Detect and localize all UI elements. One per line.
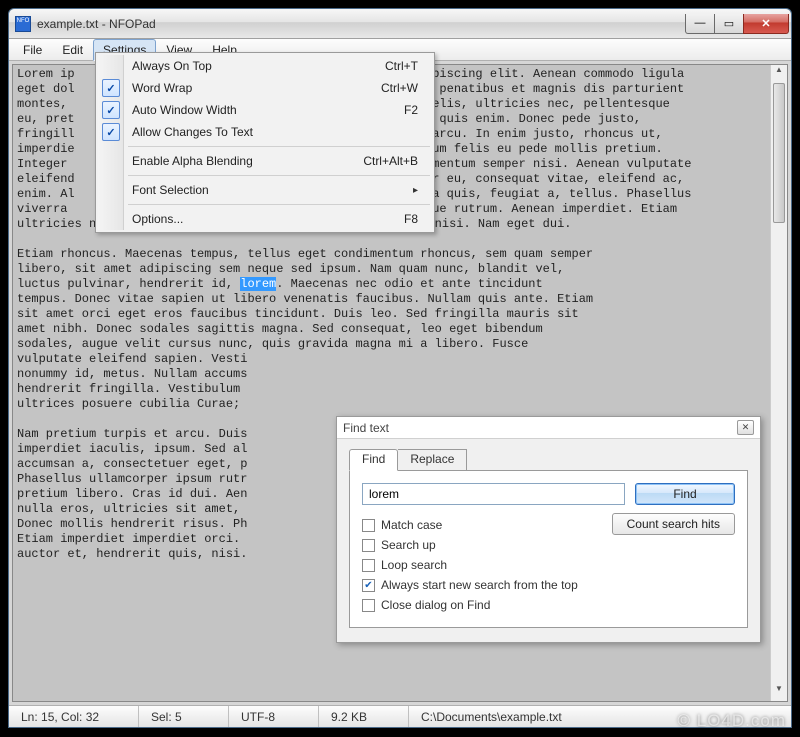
tab-find[interactable]: Find <box>349 449 398 471</box>
scroll-thumb[interactable] <box>773 83 785 223</box>
find-tabstrip: Find Replace <box>349 449 748 471</box>
find-dialog-titlebar[interactable]: Find text ✕ <box>337 417 760 439</box>
menu-label: Auto Window Width <box>132 103 237 117</box>
status-filesize: 9.2 KB <box>319 706 409 727</box>
menu-shortcut: F8 <box>404 212 418 226</box>
menu-file[interactable]: File <box>13 39 52 60</box>
menu-auto-window-width[interactable]: ✓ Auto Window Width F2 <box>98 99 432 121</box>
checkbox-icon[interactable] <box>362 599 375 612</box>
menu-font-selection[interactable]: Font Selection ▸ <box>98 179 432 201</box>
find-close-button[interactable]: ✕ <box>737 420 754 435</box>
close-button[interactable]: ✕ <box>743 14 789 34</box>
menu-label: Font Selection <box>132 183 209 197</box>
window-controls: — ▭ ✕ <box>686 14 789 34</box>
checkbox-icon[interactable] <box>362 519 375 532</box>
selected-text: lorem <box>240 277 276 291</box>
titlebar[interactable]: NFO example.txt - NFOPad — ▭ ✕ <box>9 9 791 39</box>
opt-label: Search up <box>381 538 436 552</box>
check-icon: ✓ <box>102 123 120 141</box>
tab-replace[interactable]: Replace <box>398 449 467 471</box>
menu-always-on-top[interactable]: Always On Top Ctrl+T <box>98 55 432 77</box>
menu-allow-changes[interactable]: ✓ Allow Changes To Text <box>98 121 432 143</box>
scroll-up-arrow[interactable]: ▲ <box>771 65 787 82</box>
search-input[interactable] <box>362 483 625 505</box>
menu-shortcut: F2 <box>404 103 418 117</box>
menu-word-wrap[interactable]: ✓ Word Wrap Ctrl+W <box>98 77 432 99</box>
checkbox-icon[interactable] <box>362 559 375 572</box>
find-button[interactable]: Find <box>635 483 735 505</box>
menu-shortcut: Ctrl+T <box>385 59 418 73</box>
status-position: Ln: 15, Col: 32 <box>9 706 139 727</box>
status-selection: Sel: 5 <box>139 706 229 727</box>
menu-label: Allow Changes To Text <box>132 125 253 139</box>
opt-close-on-find[interactable]: Close dialog on Find <box>362 595 735 615</box>
checkbox-icon[interactable]: ✔ <box>362 579 375 592</box>
watermark: © LO4D.com <box>678 711 787 731</box>
scroll-down-arrow[interactable]: ▼ <box>771 684 787 701</box>
menu-edit[interactable]: Edit <box>52 39 93 60</box>
menu-options[interactable]: Options... F8 <box>98 208 432 230</box>
opt-label: Loop search <box>381 558 447 572</box>
checkbox-icon[interactable] <box>362 539 375 552</box>
vertical-scrollbar[interactable]: ▲ ▼ <box>770 65 787 701</box>
opt-search-up[interactable]: Search up <box>362 535 735 555</box>
window-title: example.txt - NFOPad <box>37 17 156 31</box>
check-icon: ✓ <box>102 79 120 97</box>
opt-loop-search[interactable]: Loop search <box>362 555 735 575</box>
menu-separator <box>128 204 430 205</box>
menu-separator <box>128 146 430 147</box>
minimize-button[interactable]: — <box>685 14 715 34</box>
menu-shortcut: Ctrl+Alt+B <box>363 154 418 168</box>
opt-label: Always start new search from the top <box>381 578 578 592</box>
chevron-right-icon: ▸ <box>413 185 418 196</box>
maximize-button[interactable]: ▭ <box>714 14 744 34</box>
opt-label: Match case <box>381 518 442 532</box>
count-hits-button[interactable]: Count search hits <box>612 513 735 535</box>
settings-dropdown: Always On Top Ctrl+T ✓ Word Wrap Ctrl+W … <box>95 52 435 233</box>
statusbar: Ln: 15, Col: 32 Sel: 5 UTF-8 9.2 KB C:\D… <box>9 705 791 727</box>
menu-label: Always On Top <box>132 59 212 73</box>
check-icon: ✓ <box>102 101 120 119</box>
menu-shortcut: Ctrl+W <box>381 81 418 95</box>
find-dialog-title: Find text <box>343 421 389 435</box>
menu-label: Word Wrap <box>132 81 192 95</box>
menu-label: Options... <box>132 212 183 226</box>
menu-label: Enable Alpha Blending <box>132 154 253 168</box>
find-dialog: Find text ✕ Find Replace Find Count sear… <box>336 416 761 643</box>
status-encoding: UTF-8 <box>229 706 319 727</box>
opt-from-top[interactable]: ✔ Always start new search from the top <box>362 575 735 595</box>
app-icon: NFO <box>15 16 31 32</box>
find-tab-panel: Find Count search hits Match case Search… <box>349 470 748 628</box>
menu-enable-alpha[interactable]: Enable Alpha Blending Ctrl+Alt+B <box>98 150 432 172</box>
opt-label: Close dialog on Find <box>381 598 490 612</box>
menu-separator <box>128 175 430 176</box>
